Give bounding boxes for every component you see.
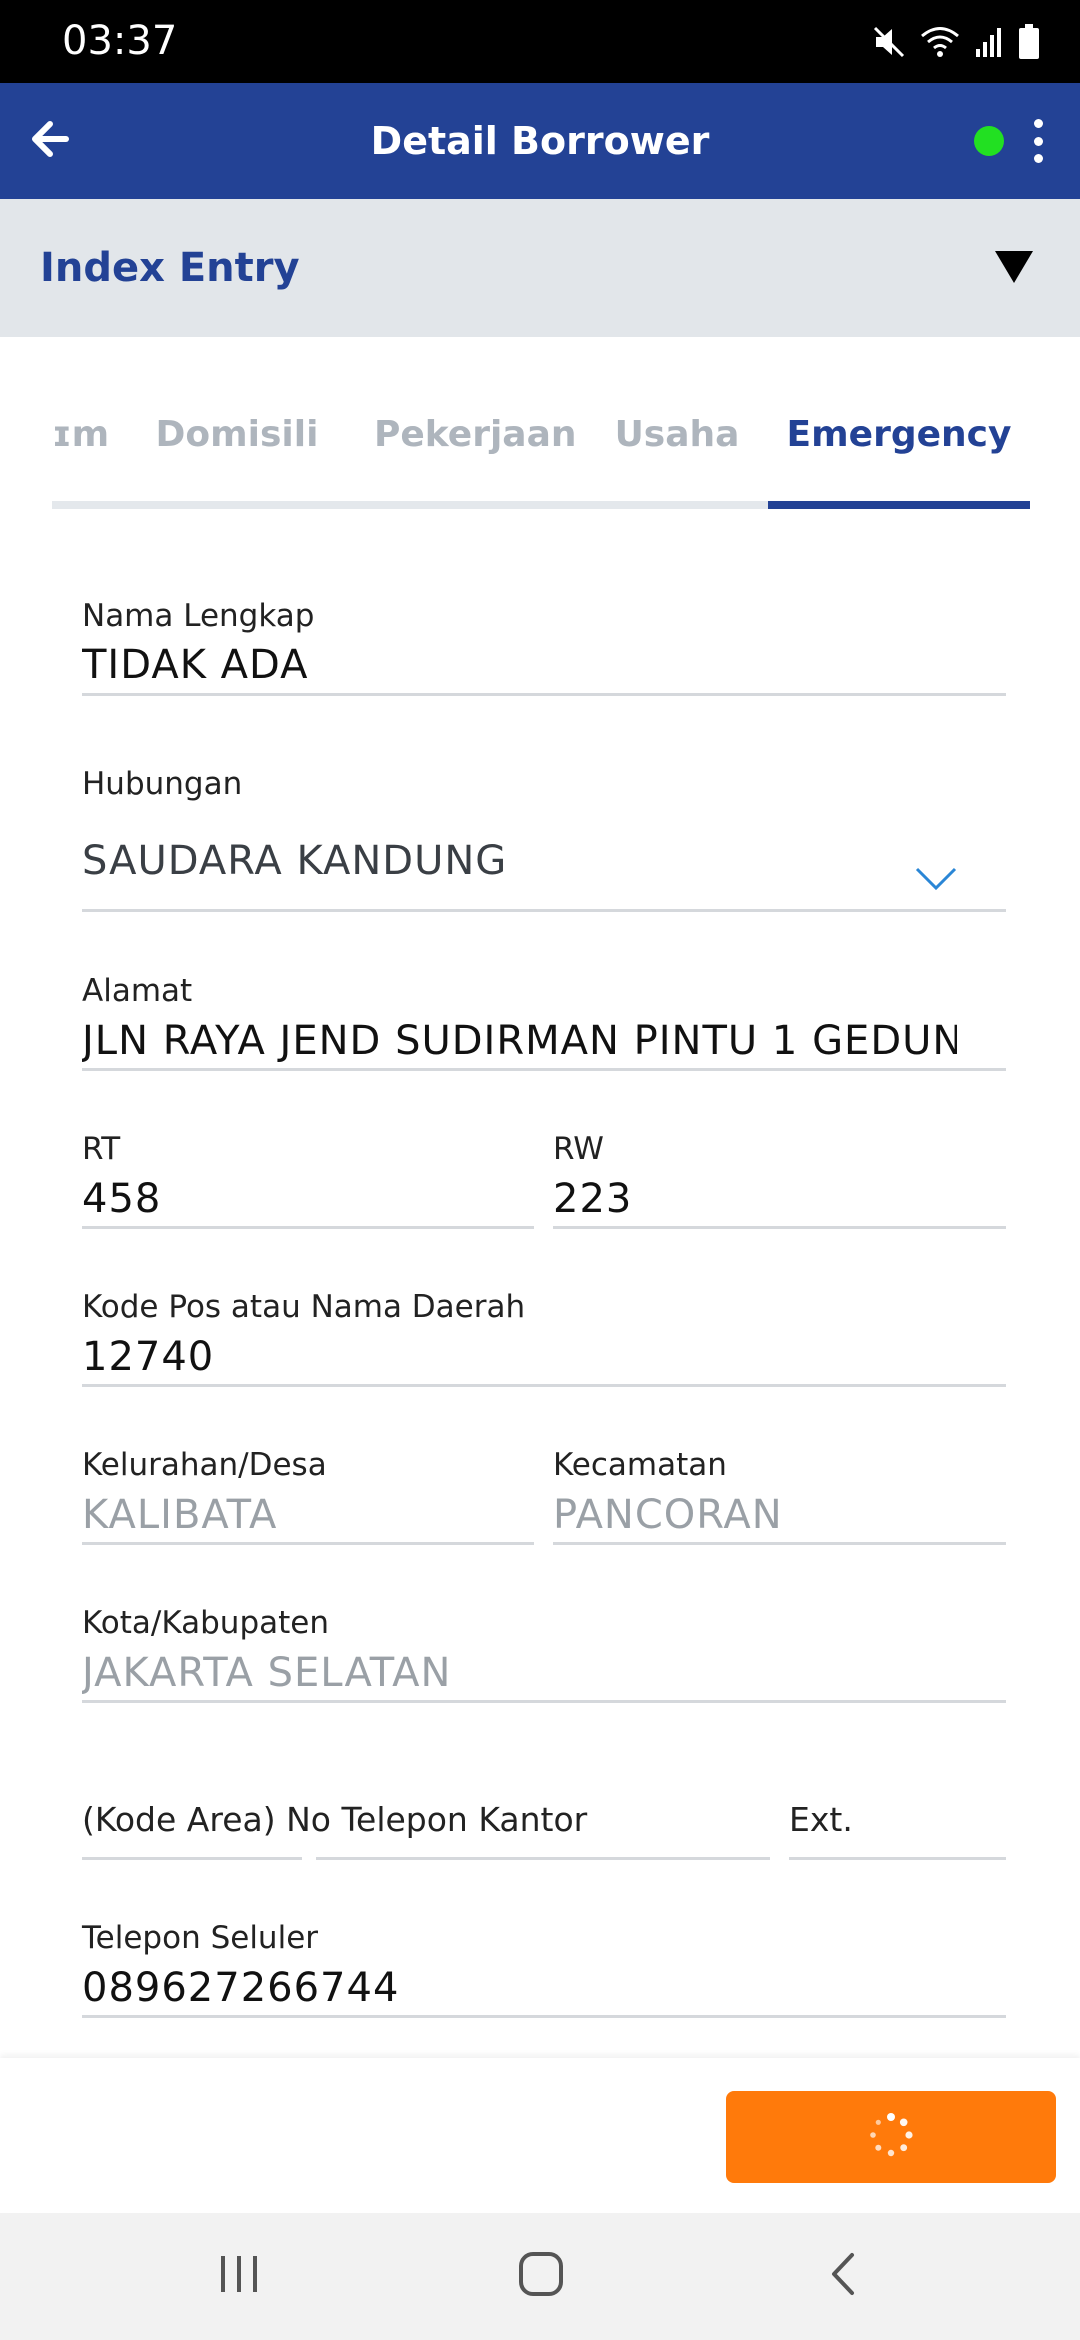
screen: 03:37 Detail Borrower Index Entry ɪm Dom… [0, 0, 1080, 2340]
kelurahan-label: Kelurahan/Desa [82, 1447, 327, 1483]
hubungan-select[interactable]: SAUDARA KANDUNG [82, 838, 902, 884]
nama-lengkap-field[interactable]: TIDAK ADA [82, 642, 1002, 688]
home-button[interactable] [496, 2241, 586, 2311]
kelurahan-field: KALIBATA [82, 1492, 278, 1538]
tab-emergency[interactable]: Emergency [768, 337, 1030, 501]
submit-button[interactable] [726, 2091, 1056, 2183]
rt-underline [82, 1226, 534, 1229]
loading-spinner-icon [868, 2112, 914, 2162]
rw-label: RW [553, 1131, 604, 1167]
system-nav-bar [0, 2213, 1080, 2340]
more-vertical-icon-dot [1033, 136, 1043, 146]
battery-icon [1018, 24, 1040, 60]
home-icon [518, 2251, 564, 2301]
ext-label: Ext. [789, 1800, 853, 1839]
kode-pos-field[interactable]: 12740 [82, 1334, 1002, 1380]
recent-apps-icon [217, 2254, 261, 2298]
telepon-seluler-label: Telepon Seluler [82, 1920, 319, 1956]
wifi-icon [920, 25, 960, 59]
tab-usaha[interactable]: Usaha [612, 337, 742, 501]
hubungan-underline [82, 909, 1006, 912]
action-bar [0, 2058, 1080, 2213]
kota-field: JAKARTA SELATAN [82, 1650, 452, 1696]
tab-bar: ɪm Domisili Pekerjaan Usaha Emergency [52, 337, 1030, 509]
signal-icon [974, 25, 1004, 59]
kecamatan-label: Kecamatan [553, 1447, 727, 1483]
kode-area-field[interactable] [82, 1857, 302, 1860]
section-header[interactable]: Index Entry [0, 199, 1080, 337]
kode-pos-label: Kode Pos atau Nama Daerah [82, 1289, 526, 1325]
system-back-button[interactable] [798, 2241, 888, 2311]
kecamatan-underline [553, 1542, 1006, 1545]
more-vertical-icon-dot [1033, 119, 1043, 128]
mute-icon [872, 25, 906, 59]
telepon-kantor-field[interactable] [316, 1857, 770, 1860]
tab-pekerjaan[interactable]: Pekerjaan [374, 337, 577, 501]
triangle-down-icon[interactable] [995, 251, 1033, 283]
kota-underline [82, 1700, 1006, 1703]
kelurahan-underline [82, 1542, 534, 1545]
status-time: 03:37 [62, 18, 178, 64]
rw-field[interactable]: 223 [553, 1176, 1003, 1222]
status-icons [872, 20, 1040, 64]
rt-label: RT [82, 1131, 121, 1167]
status-bar: 03:37 [0, 0, 1080, 83]
telepon-kantor-label: (Kode Area) No Telepon Kantor [82, 1800, 588, 1839]
back-icon [828, 2251, 858, 2301]
tab-domisili[interactable]: Domisili [152, 337, 322, 501]
online-status-indicator [974, 126, 1004, 156]
tab-partial[interactable]: ɪm [52, 337, 109, 501]
telepon-seluler-field[interactable]: 089627266744 [82, 1965, 1002, 2011]
alamat-underline [82, 1068, 1006, 1071]
chevron-down-icon[interactable] [914, 866, 958, 896]
telepon-seluler-underline [82, 2015, 1006, 2018]
hubungan-label: Hubungan [82, 766, 243, 802]
kota-label: Kota/Kabupaten [82, 1605, 330, 1641]
nama-lengkap-label: Nama Lengkap [82, 598, 315, 634]
app-bar: Detail Borrower [0, 83, 1080, 199]
kode-pos-underline [82, 1384, 1006, 1387]
nama-lengkap-underline [82, 693, 1006, 696]
page-title: Detail Borrower [370, 119, 710, 163]
alamat-field[interactable]: JLN RAYA JEND SUDIRMAN PINTU 1 GEDUN [82, 1018, 957, 1064]
arrow-left-icon [30, 121, 70, 161]
alamat-label: Alamat [82, 973, 193, 1009]
rw-underline [553, 1226, 1006, 1229]
ext-field[interactable] [789, 1857, 1006, 1860]
recent-apps-button[interactable] [194, 2241, 284, 2311]
rt-field[interactable]: 458 [82, 1176, 532, 1222]
tab-active-indicator [768, 501, 1030, 509]
back-button[interactable] [20, 111, 80, 171]
kecamatan-field: PANCORAN [553, 1492, 783, 1538]
section-title: Index Entry [40, 245, 300, 291]
more-options-button[interactable] [1022, 113, 1054, 169]
more-vertical-icon-dot [1033, 154, 1043, 163]
